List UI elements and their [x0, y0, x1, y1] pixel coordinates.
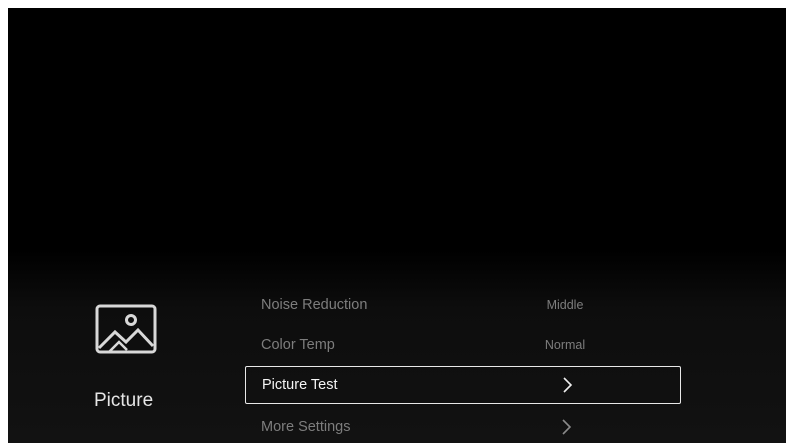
menu-item-label: Color Temp [261, 337, 335, 353]
chevron-right-icon [560, 377, 574, 393]
menu-item-label: Picture Test [262, 377, 338, 393]
menu-item-more-settings[interactable]: More Settings [245, 408, 681, 443]
tv-screen: Picture Noise Reduction Middle Color Tem… [8, 8, 786, 443]
menu-item-label: More Settings [261, 419, 351, 435]
menu-item-noise-reduction[interactable]: Noise Reduction Middle [245, 286, 681, 324]
menu-item-color-temp[interactable]: Color Temp Normal [245, 326, 681, 364]
menu-item-picture-test[interactable]: Picture Test [245, 366, 681, 404]
picture-icon [95, 304, 157, 354]
menu-item-value: Middle [546, 298, 584, 312]
menu-item-label: Noise Reduction [261, 297, 368, 313]
menu-item-value: Normal [544, 338, 586, 352]
chevron-right-icon [559, 419, 573, 435]
app-frame: Picture Noise Reduction Middle Color Tem… [0, 0, 786, 443]
category-label: Picture [94, 390, 154, 411]
